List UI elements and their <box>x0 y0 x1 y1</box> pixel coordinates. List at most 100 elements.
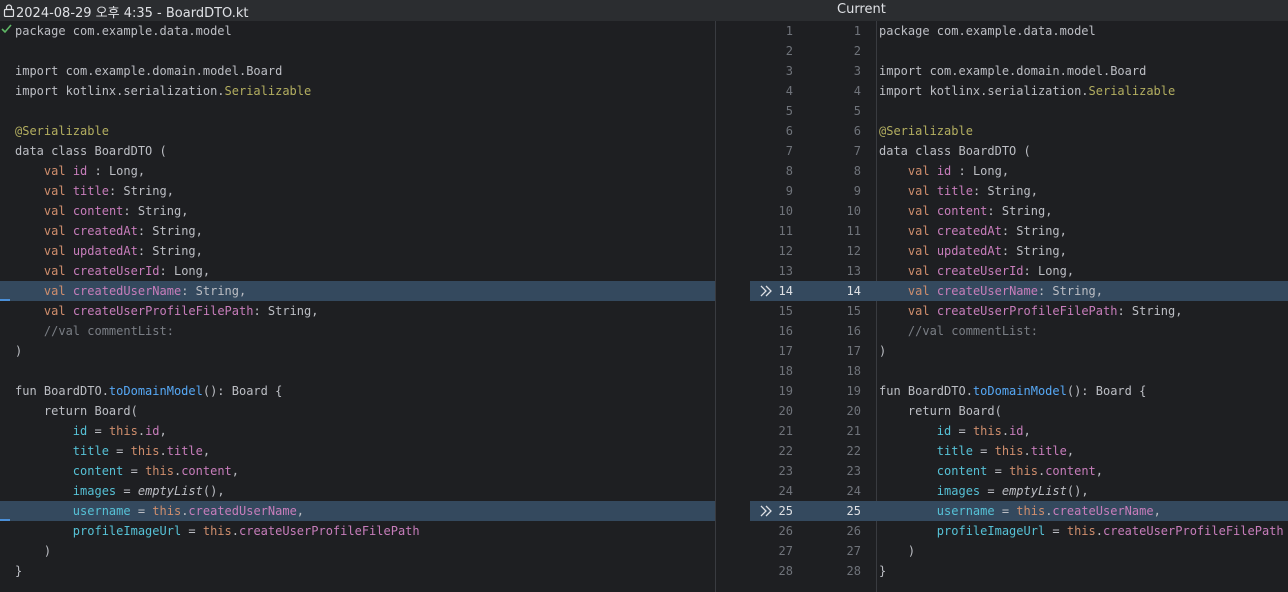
right-code-line[interactable]: @Serializable <box>877 121 1288 141</box>
code-token: = <box>994 504 1017 518</box>
right-code-line[interactable]: val title: String, <box>877 181 1288 201</box>
code-token: . <box>137 424 146 438</box>
left-line-number: 15 <box>778 304 793 318</box>
right-code-line[interactable]: val id : Long, <box>877 161 1288 181</box>
right-code-line[interactable]: username = this.createUserName, <box>877 501 1288 521</box>
right-code-line[interactable]: val content: String, <box>877 201 1288 221</box>
left-code-line[interactable]: @Serializable <box>0 121 715 141</box>
right-code-line[interactable]: import com.example.domain.model.Board <box>877 61 1288 81</box>
code-token: profileImageUrl <box>936 524 1046 538</box>
right-line-number: 9 <box>853 184 861 198</box>
left-code-line[interactable]: images = emptyList(), <box>0 481 715 501</box>
right-line-number: 20 <box>846 404 861 418</box>
code-token: images <box>72 484 117 498</box>
left-code-line[interactable]: val createdAt: String, <box>0 221 715 241</box>
left-code-line[interactable] <box>0 101 715 121</box>
right-editor-pane[interactable]: package com.example.data.model import com… <box>877 21 1288 592</box>
left-code-line[interactable]: //val commentList: <box>0 321 715 341</box>
left-code-line[interactable]: profileImageUrl = this.createUserProfile… <box>0 521 715 541</box>
code-token: : String, <box>972 184 1038 198</box>
code-token: import com.example.domain.model.Board <box>879 64 1147 78</box>
right-code-line[interactable] <box>877 41 1288 61</box>
right-code-line[interactable]: profileImageUrl = this.createUserProfile… <box>877 521 1288 541</box>
left-code-line[interactable]: } <box>0 561 715 581</box>
code-token: val <box>43 304 66 318</box>
right-code-line[interactable]: ) <box>877 541 1288 561</box>
left-code-line[interactable] <box>0 361 715 381</box>
code-token: content <box>181 464 232 478</box>
left-line-number: 4 <box>785 84 793 98</box>
code-token: this <box>130 444 160 458</box>
left-code-line[interactable]: ) <box>0 341 715 361</box>
left-code-line[interactable] <box>0 41 715 61</box>
code-token: import kotlinx.serialization. <box>879 84 1089 98</box>
left-code-line[interactable]: val updatedAt: String, <box>0 241 715 261</box>
right-code-line[interactable]: val updatedAt: String, <box>877 241 1288 261</box>
left-code-line[interactable]: username = this.createdUserName, <box>0 501 715 521</box>
code-token: return Board( <box>879 404 1002 418</box>
right-code-line[interactable]: id = this.id, <box>877 421 1288 441</box>
right-code-line[interactable]: val createUserProfileFilePath: String, <box>877 301 1288 321</box>
right-code-line[interactable]: ) <box>877 341 1288 361</box>
right-code-line[interactable] <box>877 361 1288 381</box>
right-code-line[interactable]: content = this.content, <box>877 461 1288 481</box>
left-line-number: 24 <box>778 484 793 498</box>
right-code-line[interactable]: fun BoardDTO.toDomainModel(): Board { <box>877 381 1288 401</box>
right-code-line[interactable]: data class BoardDTO ( <box>877 141 1288 161</box>
right-code-line[interactable]: val createdAt: String, <box>877 221 1288 241</box>
right-code-line[interactable]: package com.example.data.model <box>877 21 1288 41</box>
code-token: val <box>907 164 930 178</box>
left-code-line[interactable]: import com.example.domain.model.Board <box>0 61 715 81</box>
right-code-line[interactable]: val createUserName: String, <box>877 281 1288 301</box>
code-token: title <box>936 184 973 198</box>
left-line-number: 23 <box>778 464 793 478</box>
left-editor-pane[interactable]: package com.example.data.model import com… <box>0 21 715 592</box>
code-token: emptyList <box>1001 484 1067 498</box>
left-code-line[interactable]: package com.example.data.model <box>0 21 715 41</box>
right-code-line[interactable]: images = emptyList(), <box>877 481 1288 501</box>
left-code-line[interactable]: id = this.id, <box>0 421 715 441</box>
left-code-line[interactable]: content = this.content, <box>0 461 715 481</box>
left-code-line[interactable]: val createdUserName: String, <box>0 281 715 301</box>
code-token: import com.example.domain.model.Board <box>15 64 283 78</box>
left-code-line[interactable]: val content: String, <box>0 201 715 221</box>
code-token: val <box>43 264 66 278</box>
right-code-line[interactable] <box>877 101 1288 121</box>
right-code-line[interactable]: } <box>877 561 1288 581</box>
left-code-line[interactable]: title = this.title, <box>0 441 715 461</box>
right-code-line[interactable]: return Board( <box>877 401 1288 421</box>
right-code-line[interactable]: val createUserId: Long, <box>877 261 1288 281</box>
code-token: createdUserName <box>188 504 297 518</box>
right-code-line[interactable]: //val commentList: <box>877 321 1288 341</box>
code-token: id <box>145 424 160 438</box>
left-code-line[interactable]: import kotlinx.serialization.Serializabl… <box>0 81 715 101</box>
code-token: id <box>72 164 88 178</box>
left-code-line[interactable]: fun BoardDTO.toDomainModel(): Board { <box>0 381 715 401</box>
left-code-line[interactable]: val createUserId: Long, <box>0 261 715 281</box>
left-code-line[interactable]: val createUserProfileFilePath: String, <box>0 301 715 321</box>
right-line-number: 16 <box>846 324 861 338</box>
code-token: : String, <box>1117 304 1183 318</box>
right-code-line[interactable]: title = this.title, <box>877 441 1288 461</box>
code-token: createUserName <box>1052 504 1154 518</box>
right-line-number: 1 <box>853 24 861 38</box>
left-code-line[interactable]: data class BoardDTO ( <box>0 141 715 161</box>
left-line-number: 5 <box>785 104 793 118</box>
left-code-line[interactable]: ) <box>0 541 715 561</box>
code-token: : String, <box>253 304 319 318</box>
left-code-line[interactable]: return Board( <box>0 401 715 421</box>
left-code-line[interactable]: val id : Long, <box>0 161 715 181</box>
right-line-number: 24 <box>846 484 861 498</box>
right-code-line[interactable]: import kotlinx.serialization.Serializabl… <box>877 81 1288 101</box>
left-code-line[interactable]: val title: String, <box>0 181 715 201</box>
check-icon <box>1 24 12 34</box>
